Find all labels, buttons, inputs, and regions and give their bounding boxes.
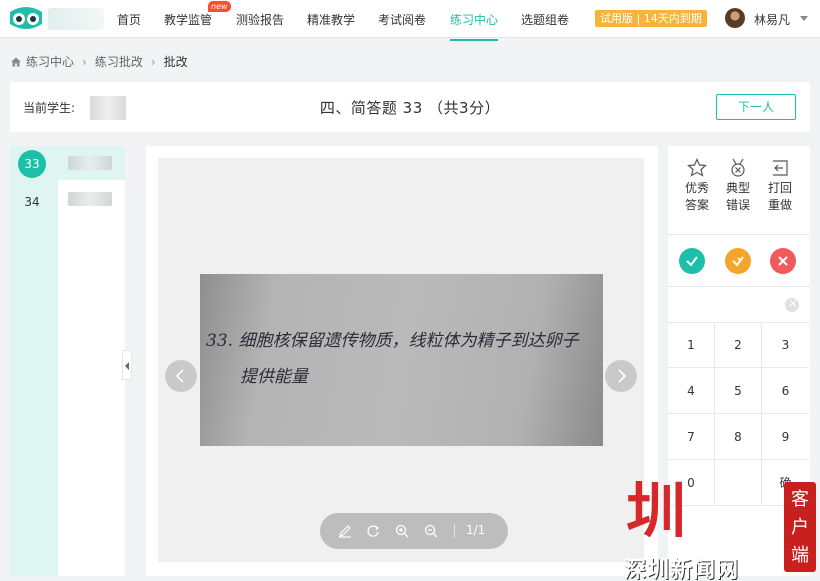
typical-error-button[interactable]: 典型 错误 <box>718 158 758 214</box>
pen-icon[interactable] <box>338 524 352 538</box>
owl-logo-icon <box>10 7 42 29</box>
chevron-down-icon[interactable] <box>800 16 808 21</box>
student-row[interactable] <box>58 182 125 216</box>
zoom-out-icon[interactable] <box>424 524 438 538</box>
watermark: 圳 深圳新闻网 客户端 <box>618 476 820 581</box>
username[interactable]: 林易凡 <box>754 11 790 28</box>
page-indicator: 1/1 <box>466 523 486 537</box>
nav-question-builder[interactable]: 选题组卷 <box>521 11 569 28</box>
tool-label: 优秀 <box>684 181 709 195</box>
home-icon <box>11 57 21 66</box>
watermark-client-label: 客户端 <box>784 482 816 572</box>
key-6[interactable]: 6 <box>762 368 809 414</box>
excellent-answer-button[interactable]: 优秀 答案 <box>677 158 717 214</box>
handwritten-answer-image: 33. 细胞核保留遗传物质，线粒体为精子到达卵子 提供能量 <box>200 274 603 446</box>
key-2[interactable]: 2 <box>715 322 762 368</box>
watermark-site-name: 深圳新闻网 <box>624 558 740 581</box>
student-row[interactable] <box>58 146 125 180</box>
top-nav: 首页 教学监管 new 测验报告 精准教学 考试阅卷 练习中心 选题组卷 试用版… <box>0 0 820 41</box>
collapse-panel-handle[interactable] <box>122 350 132 380</box>
key-9[interactable]: 9 <box>762 414 809 460</box>
answer-viewer: 33. 细胞核保留遗传物质，线粒体为精子到达卵子 提供能量 1/1 <box>146 146 658 576</box>
error-medal-icon <box>731 158 745 177</box>
next-student-button[interactable]: 下一人 <box>716 94 796 120</box>
student-name-blurred <box>68 156 112 170</box>
trial-badge[interactable]: 试用版 | 14天内到期 <box>595 10 707 27</box>
question-title: 四、简答题 33 （共3分） <box>319 99 501 117</box>
clear-score-icon[interactable] <box>785 296 799 312</box>
tool-label: 重做 <box>767 198 792 212</box>
chevron-left-icon <box>175 369 184 383</box>
logo-wordmark-blurred <box>48 8 104 30</box>
next-image-button[interactable] <box>605 360 637 392</box>
chevron-right-icon <box>618 369 627 383</box>
breadcrumb: 练习中心 › 练习批改 › 批改 <box>10 53 188 70</box>
close-icon <box>778 256 788 266</box>
return-redo-button[interactable]: 打回 重做 <box>760 158 800 214</box>
chevron-right-icon: › <box>150 54 156 69</box>
mark-correct-button[interactable] <box>679 248 705 274</box>
tool-label: 典型 <box>725 181 750 195</box>
handwriting: 33. 细胞核保留遗传物质，线粒体为精子到达卵子 提供能量 <box>206 331 579 387</box>
nav-practice-center[interactable]: 练习中心 <box>450 11 499 41</box>
viewer-canvas: 33. 细胞核保留遗传物质，线粒体为精子到达卵子 提供能量 1/1 <box>158 158 644 562</box>
answer-line-2: 提供能量 <box>240 367 310 387</box>
zoom-in-icon[interactable] <box>395 524 409 538</box>
check-icon <box>686 256 698 267</box>
answer-line-1: 33. 细胞核保留遗传物质，线粒体为精子到达卵子 <box>206 331 579 351</box>
mark-partial-button[interactable] <box>725 248 751 274</box>
tool-label: 错误 <box>725 198 750 212</box>
avatar[interactable] <box>725 8 745 28</box>
image-toolbar: 1/1 <box>320 513 508 549</box>
new-badge: new <box>208 1 231 12</box>
breadcrumb-grading: 批改 <box>163 55 188 69</box>
tool-label: 答案 <box>684 198 709 212</box>
question-header: 当前学生: 四、简答题 33 （共3分） 下一人 <box>10 82 810 132</box>
key-8[interactable]: 8 <box>715 414 762 460</box>
question-33[interactable]: 33 <box>18 150 46 178</box>
key-1[interactable]: 1 <box>668 322 715 368</box>
key-5[interactable]: 5 <box>715 368 762 414</box>
question-list-panel: 33 34 <box>10 146 125 576</box>
nav-teaching-supervision[interactable]: 教学监管 <box>164 11 212 28</box>
nav-test-report[interactable]: 测验报告 <box>236 11 284 28</box>
nav-exam-grading[interactable]: 考试阅卷 <box>378 11 426 28</box>
question-34[interactable]: 34 <box>18 188 46 216</box>
key-4[interactable]: 4 <box>668 368 715 414</box>
divider <box>668 286 810 287</box>
breadcrumb-practice-center[interactable]: 练习中心 <box>26 53 74 70</box>
breadcrumb-practice-grading[interactable]: 练习批改 <box>95 53 143 70</box>
toolbar-divider <box>454 524 455 538</box>
divider <box>668 234 810 235</box>
app-logo[interactable] <box>8 4 108 34</box>
star-badge-icon <box>687 158 707 177</box>
prev-image-button[interactable] <box>165 360 197 392</box>
rotate-icon[interactable] <box>366 524 380 538</box>
chevron-right-icon: › <box>82 54 87 69</box>
half-check-icon <box>732 256 744 267</box>
watermark-logo: 圳 <box>626 477 686 547</box>
student-name-blurred <box>68 192 112 206</box>
mark-wrong-button[interactable] <box>770 248 796 274</box>
tool-label: 打回 <box>767 181 792 195</box>
return-icon <box>773 160 788 176</box>
nav-home[interactable]: 首页 <box>117 11 141 28</box>
key-7[interactable]: 7 <box>668 414 715 460</box>
key-3[interactable]: 3 <box>762 322 809 368</box>
nav-precise-teaching[interactable]: 精准教学 <box>307 11 355 28</box>
